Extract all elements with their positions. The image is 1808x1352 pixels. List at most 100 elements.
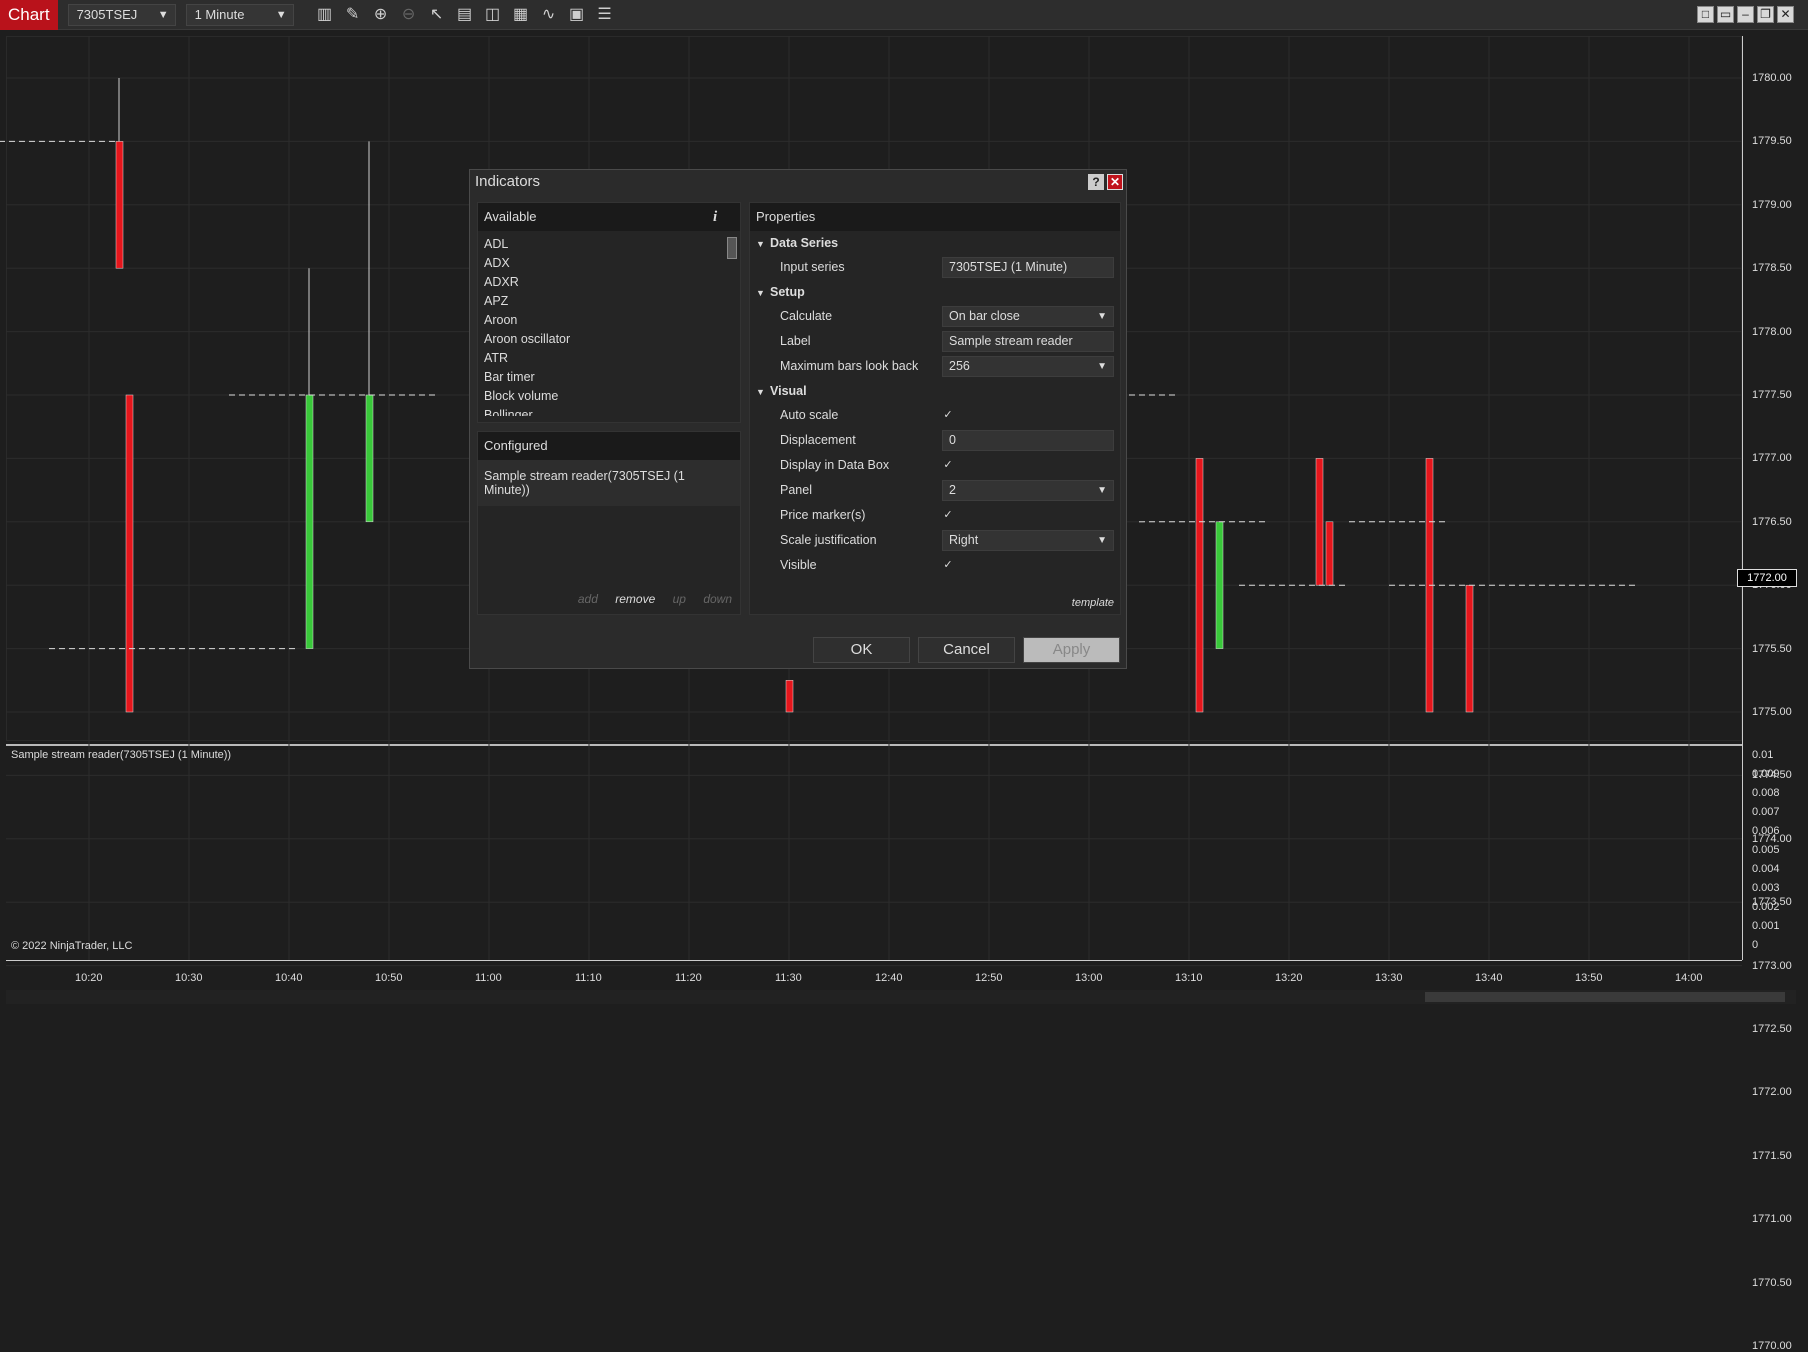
scale-justification-select[interactable]: Right ▼ xyxy=(942,530,1114,551)
displacement-input[interactable]: 0 xyxy=(942,430,1114,451)
available-item[interactable]: APZ xyxy=(484,292,740,311)
close-dialog-button[interactable]: ✕ xyxy=(1107,174,1123,190)
auto-scale-checkbox[interactable]: ✓ xyxy=(942,409,954,421)
data-box-checkbox[interactable]: ✓ xyxy=(942,459,954,471)
field-value: 2 xyxy=(949,483,956,497)
indicator-tick-label: 0.004 xyxy=(1752,863,1780,875)
apply-button[interactable]: Apply xyxy=(1023,637,1120,663)
indicators-dialog: Indicators ? ✕ Available i ADL ADX ADXR APZ… xyxy=(469,169,1127,669)
price-tick-label: 1778.00 xyxy=(1752,325,1792,338)
available-scrollbar[interactable] xyxy=(727,235,737,423)
available-item[interactable]: Aroon xyxy=(484,311,740,330)
prop-label: Display in Data Box xyxy=(780,458,890,472)
candle-body xyxy=(365,394,374,523)
group-label: Setup xyxy=(770,285,805,299)
available-header: Available xyxy=(478,203,740,231)
prop-visible: Visible ✓ xyxy=(750,553,1120,578)
indicator-tick-label: 0.001 xyxy=(1752,920,1780,932)
scrollbar-thumb[interactable] xyxy=(727,237,737,259)
prop-label: Price marker(s) xyxy=(780,508,866,522)
scrollbar-thumb[interactable] xyxy=(1425,992,1785,1002)
price-tick-label: 1775.00 xyxy=(1752,706,1792,718)
chevron-down-icon: ▼ xyxy=(1097,485,1107,496)
available-item[interactable]: ADX xyxy=(484,254,740,273)
prop-max-bars: Maximum bars look back 256 ▼ xyxy=(750,354,1120,379)
time-tick-label: 13:00 xyxy=(1075,972,1103,984)
indicator-tick-label: 0 xyxy=(1752,939,1759,951)
indicator-tick-label: 0.002 xyxy=(1752,901,1780,913)
time-tick-label: 14:00 xyxy=(1675,972,1703,984)
help-button[interactable]: ? xyxy=(1088,174,1104,190)
group-label: Data Series xyxy=(770,236,839,250)
calculate-select[interactable]: On bar close ▼ xyxy=(942,306,1114,327)
prop-label-field: Label Sample stream reader xyxy=(750,329,1120,354)
time-tick-label: 11:20 xyxy=(675,972,702,984)
time-tick-label: 13:40 xyxy=(1475,972,1503,984)
available-item[interactable]: Bollinger xyxy=(484,406,740,416)
available-item[interactable]: Aroon oscillator xyxy=(484,330,740,349)
price-tick-label: 1779.00 xyxy=(1752,198,1792,211)
configured-item[interactable]: Sample stream reader(7305TSEJ (1 Minute)… xyxy=(478,460,740,506)
prop-displacement: Displacement 0 xyxy=(750,428,1120,453)
prop-label: Label xyxy=(780,334,811,348)
candle-body xyxy=(1195,458,1204,713)
configured-actions: add remove up down xyxy=(564,592,732,606)
copyright-text: © 2022 NinjaTrader, LLC xyxy=(11,940,133,952)
chevron-down-icon: ▼ xyxy=(1097,311,1107,322)
indicator-tick-label: 0.007 xyxy=(1752,806,1780,818)
indicator-tick-label: 0.005 xyxy=(1752,844,1780,856)
chevron-down-icon: ▼ xyxy=(1097,361,1107,372)
add-button[interactable]: add xyxy=(578,592,598,606)
prop-label: Auto scale xyxy=(780,408,839,422)
up-button[interactable]: up xyxy=(673,592,686,606)
time-tick-label: 13:20 xyxy=(1275,972,1303,984)
time-tick-label: 13:30 xyxy=(1375,972,1403,984)
available-item[interactable]: ADXR xyxy=(484,273,740,292)
indicator-tick-label: 0.003 xyxy=(1752,882,1780,894)
panel-select[interactable]: 2 ▼ xyxy=(942,480,1114,501)
visible-checkbox[interactable]: ✓ xyxy=(942,559,954,571)
cancel-button[interactable]: Cancel xyxy=(918,637,1015,663)
prop-label: Calculate xyxy=(780,309,833,323)
price-tick-label: 1779.50 xyxy=(1752,135,1792,148)
available-item[interactable]: ADL xyxy=(484,235,740,254)
prop-data-box: Display in Data Box ✓ xyxy=(750,453,1120,478)
available-indicators-panel: Available i ADL ADX ADXR APZ Aroon Aroon osci… xyxy=(477,202,741,423)
available-item[interactable]: Bar timer xyxy=(484,368,740,387)
properties-header: Properties xyxy=(750,203,1120,231)
template-link[interactable]: template xyxy=(1072,597,1114,609)
group-label: Visual xyxy=(770,384,807,398)
indicator-panel-label: Sample stream reader(7305TSEJ (1 Minute)… xyxy=(11,749,232,761)
field-value: Sample stream reader xyxy=(949,334,1073,348)
prop-input-series: Input series 7305TSEJ (1 Minute) xyxy=(750,255,1120,280)
field-value: 0 xyxy=(949,433,956,447)
available-item[interactable]: Block volume xyxy=(484,387,740,406)
candle-body xyxy=(305,394,314,649)
indicator-tick-label: 0.009 xyxy=(1752,768,1780,780)
down-button[interactable]: down xyxy=(703,592,732,606)
prop-auto-scale: Auto scale ✓ xyxy=(750,403,1120,428)
field-value: 7305TSEJ (1 Minute) xyxy=(949,260,1068,274)
group-visual[interactable]: ▼ Visual xyxy=(750,379,1120,403)
indicator-tick-label: 0.008 xyxy=(1752,787,1780,799)
chevron-down-icon: ▼ xyxy=(1097,535,1107,546)
price-tick-label: 1770.00 xyxy=(1752,1340,1792,1352)
max-bars-select[interactable]: 256 ▼ xyxy=(942,356,1114,377)
ok-button[interactable]: OK xyxy=(813,637,910,663)
price-tick-label: 1771.00 xyxy=(1752,1213,1792,1226)
available-item[interactable]: ATR xyxy=(484,349,740,368)
candle-body xyxy=(1465,584,1474,713)
current-price-marker: 1772.00 xyxy=(1737,569,1797,587)
price-marker-checkbox[interactable]: ✓ xyxy=(942,509,954,521)
indicator-tick-label: 0.01 xyxy=(1752,749,1774,761)
remove-button[interactable]: remove xyxy=(615,592,655,606)
input-series-field[interactable]: 7305TSEJ (1 Minute) xyxy=(942,257,1114,278)
group-setup[interactable]: ▼ Setup xyxy=(750,280,1120,304)
candle-body xyxy=(1325,521,1334,586)
prop-scale-justification: Scale justification Right ▼ xyxy=(750,528,1120,553)
price-tick-label: 1773.00 xyxy=(1752,959,1792,972)
info-icon[interactable]: i xyxy=(713,209,717,226)
label-input[interactable]: Sample stream reader xyxy=(942,331,1114,352)
group-data-series[interactable]: ▼ Data Series xyxy=(750,231,1120,255)
candle-body xyxy=(785,680,794,713)
